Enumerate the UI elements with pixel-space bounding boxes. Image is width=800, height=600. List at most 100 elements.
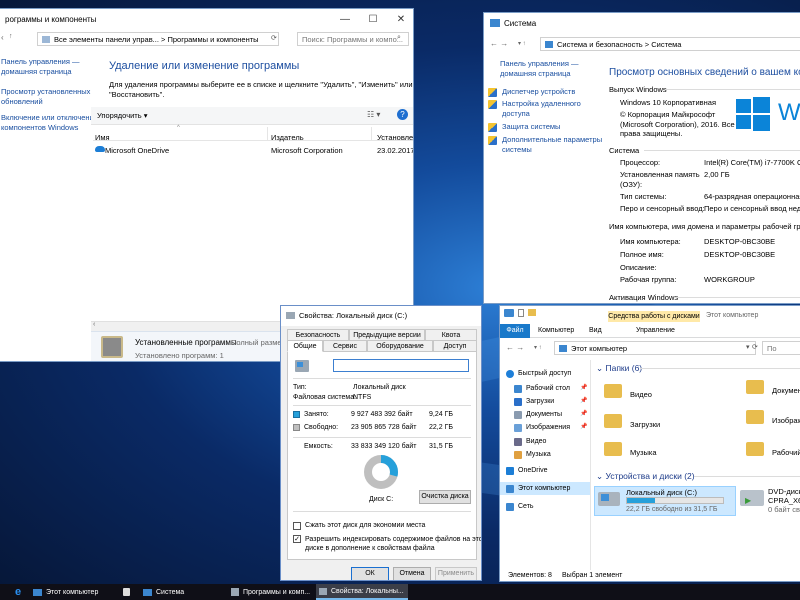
nav-back-icon[interactable]: ← → (506, 343, 524, 352)
desktop-folder-icon[interactable] (746, 442, 764, 456)
sidebar-features-link[interactable]: Включение или отключение компонентов Wind… (1, 113, 98, 132)
explorer-window[interactable]: Средства работы с дисками Этот компьютер… (499, 305, 800, 582)
taskbar-item-programs[interactable]: Программы и комп... (228, 584, 316, 600)
computer-name-label: Рабочая группа: (620, 275, 677, 284)
edge-icon[interactable]: e (12, 584, 24, 600)
new-folder-icon[interactable] (528, 309, 536, 316)
system-info-value: Перо и сенсорный ввод недосту (704, 204, 800, 213)
sidebar-home-link[interactable]: Панель управления — домашняя страница (1, 57, 79, 76)
nav-item[interactable]: Рабочий стол 📌 (500, 382, 590, 395)
search-input[interactable]: По (762, 341, 800, 355)
column-publisher[interactable]: Издатель (271, 133, 304, 142)
nav-item[interactable]: Загрузки 📌 (500, 395, 590, 408)
cancel-button[interactable]: Отмена (393, 567, 431, 580)
tab-computer[interactable]: Компьютер (538, 327, 574, 334)
properties-icon[interactable] (518, 309, 524, 317)
video-folder-icon[interactable] (604, 384, 622, 398)
pin-icon[interactable]: 📌 (580, 384, 587, 391)
folder-label[interactable]: Документ (772, 386, 800, 395)
nav-item[interactable]: OneDrive (500, 464, 590, 477)
window-title: рограммы и компоненты (5, 14, 97, 24)
scroll-left-icon[interactable]: ‹ (93, 321, 95, 328)
pictures-icon (514, 423, 522, 432)
properties-dialog[interactable]: Свойства: Локальный диск (C:) Безопаснос… (280, 305, 482, 581)
tab-manage[interactable]: Управление (636, 327, 675, 334)
ok-button[interactable]: ОК (351, 567, 389, 580)
tab-general[interactable]: Общие (287, 340, 323, 352)
nav-item[interactable]: Сеть (500, 500, 590, 513)
control-panel-icon (42, 35, 50, 43)
address-dropdown-icon[interactable]: ▾ (746, 343, 750, 351)
desktop-icon (514, 384, 522, 393)
minimize-button[interactable]: — (331, 9, 359, 29)
system-info-value: 64-разрядная операционная сис (704, 192, 800, 201)
divider (293, 405, 471, 406)
taskbar-item-properties[interactable]: Свойства: Локальны... (316, 584, 408, 600)
nav-item[interactable]: Этот компьютер (500, 482, 590, 495)
nav-item[interactable]: Музыка (500, 448, 590, 461)
installed-programs-icon (101, 336, 123, 358)
organize-button[interactable]: Упорядочить ▾ (97, 111, 148, 120)
nav-up-icon[interactable]: ↑ (9, 33, 13, 40)
recent-icon[interactable]: ▾ ↑ (534, 344, 542, 351)
type-value: Локальный диск (353, 384, 406, 391)
drives-header[interactable]: ⌄ Устройства и диски (2) (596, 471, 695, 482)
refresh-icon[interactable]: ⟳ (752, 343, 758, 351)
system-titlebar[interactable]: Система (484, 13, 800, 33)
nav-item[interactable]: Видео (500, 435, 590, 448)
column-name[interactable]: Имя (95, 133, 110, 142)
drive-name-input[interactable] (333, 359, 469, 372)
help-icon[interactable]: ? (397, 109, 408, 120)
downloads-folder-icon[interactable] (604, 414, 622, 428)
address-bar[interactable]: Система и безопасность > Система (540, 37, 800, 51)
tab-view[interactable]: Вид (589, 327, 602, 334)
folders-header[interactable]: ⌄ Папки (6) (596, 363, 642, 374)
status-count: Установлено программ: 1 (135, 351, 224, 360)
folder-label[interactable]: Видео (630, 390, 652, 399)
pin-icon[interactable]: 📌 (580, 397, 587, 404)
index-checkbox[interactable]: ✓ (293, 535, 301, 543)
system-window[interactable]: Система ← → ▾ ↑ Система и безопасность >… (483, 12, 800, 304)
sidebar-device-manager[interactable]: Диспетчер устройств (488, 87, 575, 97)
folder-label[interactable]: Рабочий ст (772, 448, 800, 457)
address-bar[interactable]: Все элементы панели управ... > Программы… (37, 32, 279, 46)
recent-icon[interactable]: ▾ ↑ (518, 40, 526, 47)
nav-item[interactable]: Документы 📌 (500, 408, 590, 421)
pin-icon[interactable]: 📌 (580, 423, 587, 430)
view-options-icon[interactable]: ☷ ▾ (367, 110, 380, 119)
maximize-button[interactable]: ☐ (359, 9, 387, 29)
refresh-icon[interactable]: ⟳ (271, 34, 277, 42)
nav-item[interactable]: Быстрый доступ (500, 367, 590, 380)
nav-back-icon[interactable]: ← → (490, 39, 508, 48)
search-input[interactable]: Поиск: Программы и компо... (297, 32, 409, 46)
sidebar-remote-access[interactable]: Настройка удаленного доступа (488, 99, 581, 118)
taskbar-item-system[interactable]: Система (140, 584, 224, 600)
sidebar-advanced-settings[interactable]: Дополнительные параметры системы (488, 135, 602, 154)
pin-icon[interactable]: 📌 (580, 410, 587, 417)
close-button[interactable]: ✕ (387, 9, 413, 29)
nav-back-icon[interactable]: ‹ (1, 33, 4, 42)
compress-checkbox[interactable] (293, 522, 301, 530)
folder-label[interactable]: Музыка (630, 448, 657, 457)
sidebar-system-protection[interactable]: Защита системы (488, 122, 560, 132)
divider (293, 378, 471, 379)
folder-label[interactable]: Загрузки (630, 420, 660, 429)
table-row[interactable]: Microsoft OneDrive Microsoft Corporation… (93, 144, 413, 157)
pictures-folder-icon[interactable] (746, 410, 764, 424)
documents-folder-icon[interactable] (746, 380, 764, 394)
system-icon (143, 588, 152, 596)
sidebar-updates-link[interactable]: Просмотр установленных обновлений (1, 87, 90, 106)
nav-item[interactable]: Изображения 📌 (500, 421, 590, 434)
taskbar-item-this-pc[interactable]: Этот компьютер (30, 584, 120, 600)
tab-file[interactable]: Файл (500, 324, 530, 338)
apply-button[interactable]: Применить (435, 567, 477, 580)
store-icon[interactable] (120, 584, 134, 600)
sidebar-home-link[interactable]: Панель управления — домашняя страница (500, 59, 578, 78)
music-folder-icon[interactable] (604, 442, 622, 456)
folder-label[interactable]: Изображе (772, 416, 800, 425)
disk-cleanup-button[interactable]: Очистка диска (419, 490, 471, 504)
dialog-title: Свойства: Локальный диск (C:) (299, 311, 408, 320)
dvd-drive-tile[interactable]: DVD-диско CPRA_X6 0 байт сво (768, 487, 800, 514)
column-installed[interactable]: Установле (377, 133, 413, 142)
address-bar[interactable]: Этот компьютер (554, 341, 756, 355)
